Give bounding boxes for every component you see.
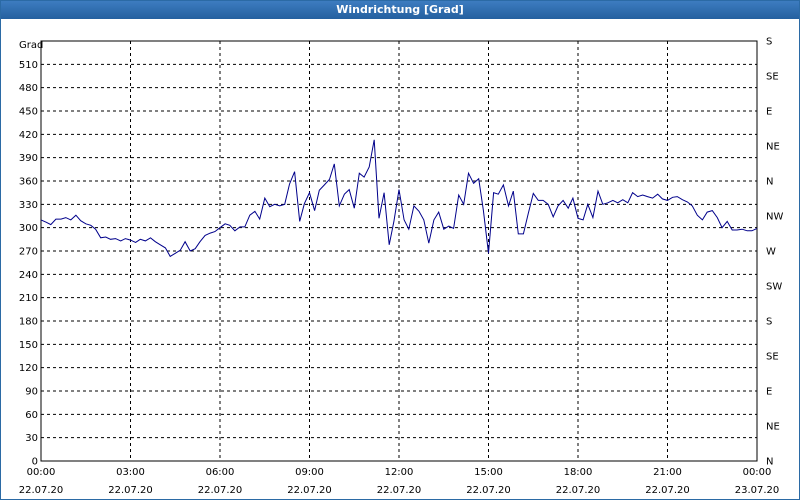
y2-tick-label: E [766,387,772,398]
y2-tick-label: N [766,177,773,188]
x-tick-time-label: 03:00 [116,467,145,478]
y2-tick-label: NW [766,212,783,223]
y2-tick-label: NE [766,422,780,433]
x-tick-date-label: 22.07.20 [198,485,243,496]
x-tick-time-label: 09:00 [295,467,324,478]
y2-tick-label: NE [766,142,780,153]
y2-tick-label: SE [766,352,779,363]
y2-tick-label: S [766,317,772,328]
x-axis: 00:00 22.07.20 03:00 22.07.20 06:00 22.07.20 0… [19,467,780,496]
y2-tick-label: E [766,107,772,118]
y-tick-label: 210 [19,293,38,304]
y-axis-label: Grad [19,40,43,51]
x-tick-time-label: 15:00 [474,467,503,478]
y-tick-label: 420 [19,130,38,141]
x-tick-time-label: 21:00 [653,467,682,478]
y-tick-label: 180 [19,317,38,328]
x-tick-time-label: 12:00 [385,467,414,478]
x-tick-date-label: 22.07.20 [556,485,601,496]
x-tick-date-label: 22.07.20 [108,485,153,496]
y2-tick-label: W [766,247,776,258]
x-tick-date-label: 22.07.20 [377,485,422,496]
y-tick-label: 90 [25,387,38,398]
y-axis-right: N NE E SE S SW W NW N NE E SE S [766,37,783,468]
y-tick-label: 0 [32,457,38,468]
x-tick-date-label: 23.07.20 [735,485,780,496]
x-tick-time-label: 18:00 [564,467,593,478]
y-tick-label: 480 [19,83,38,94]
x-tick-time-label: 00:00 [743,467,772,478]
y-tick-label: 30 [25,433,38,444]
x-tick-time-label: 00:00 [27,467,56,478]
x-tick-date-label: 22.07.20 [19,485,64,496]
y-tick-label: 360 [19,177,38,188]
y-tick-label: 240 [19,270,38,281]
y2-tick-label: N [766,457,773,468]
chart-window: Windrichtung [Grad] 0 30 60 90 120 150 180 210 2… [0,0,800,500]
y2-tick-label: SE [766,72,779,83]
x-tick-date-label: 22.07.20 [287,485,332,496]
y-tick-label: 390 [19,153,38,164]
x-tick-date-label: 22.07.20 [645,485,690,496]
x-tick-time-label: 06:00 [206,467,235,478]
y-axis-left: 0 30 60 90 120 150 180 210 240 270 300 330 360 390 420… [19,60,38,468]
x-tick-date-label: 22.07.20 [466,485,511,496]
y2-tick-label: SW [766,282,782,293]
y-tick-label: 510 [19,60,38,71]
y-tick-label: 450 [19,107,38,118]
y-tick-label: 300 [19,223,38,234]
y-tick-label: 270 [19,247,38,258]
window-title: Windrichtung [Grad] [1,1,799,19]
y-tick-label: 60 [25,410,38,421]
y2-tick-label: S [766,37,772,48]
y-tick-label: 150 [19,340,38,351]
y-tick-label: 120 [19,363,38,374]
y-tick-label: 330 [19,200,38,211]
wind-direction-chart: 0 30 60 90 120 150 180 210 240 270 300 330 360 390 420… [19,37,784,497]
